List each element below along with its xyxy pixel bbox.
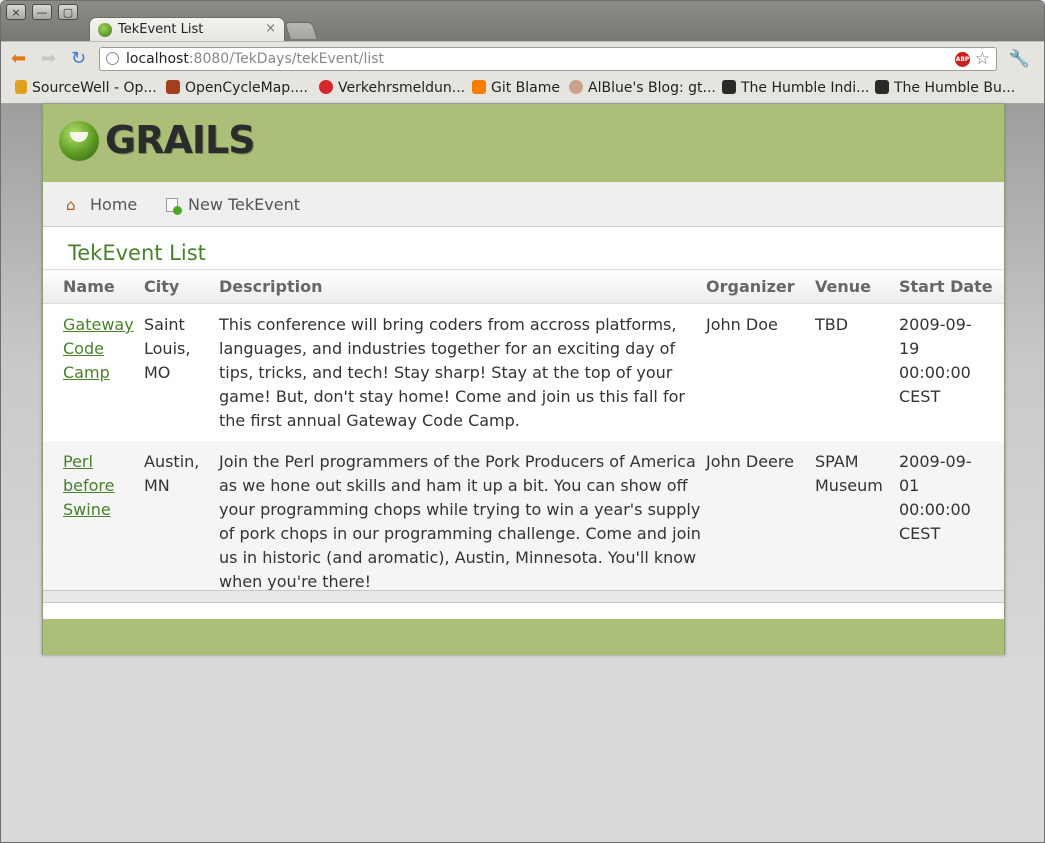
event-start-date-cell: 2009-09-01 00:00:00 CEST [899, 441, 1004, 602]
column-header-venue[interactable]: Venue [815, 269, 899, 304]
new-document-icon [166, 198, 182, 215]
event-name-cell: Gateway Code Camp [43, 303, 144, 441]
bookmark-verkehrsmeldungen[interactable]: Verkehrsmeldun... [319, 80, 465, 100]
sourcewell-icon [15, 80, 27, 94]
new-tab-button[interactable] [284, 22, 318, 39]
browser-window: × — ▢ TekEvent List × ⬅ ➡ ↻ localhost:80… [0, 0, 1045, 843]
nav-home-label: Home [90, 195, 138, 214]
wrench-menu-icon[interactable]: 🔧 [1009, 49, 1030, 69]
nav-new-tekevent-label: New TekEvent [188, 195, 300, 214]
bookmark-git-blame[interactable]: Git Blame [472, 80, 560, 100]
browser-toolbar: ⬅ ➡ ↻ localhost:8080/TekDays/tekEvent/li… [1, 41, 1044, 78]
column-header-organizer[interactable]: Organizer [706, 269, 815, 304]
minimize-window-button[interactable]: — [32, 4, 52, 20]
bookmark-humble-bundle[interactable]: The Humble Bu... [875, 80, 1015, 100]
bookmark-sourcewell[interactable]: SourceWell - Op... [15, 80, 157, 100]
column-header-city[interactable]: City [144, 269, 219, 304]
column-header-description[interactable]: Description [219, 269, 706, 304]
event-city-cell: Saint Louis, MO [144, 303, 219, 441]
nav-bar: ⌂ Home New TekEvent [43, 182, 1004, 227]
bookmark-alblue-blog[interactable]: AlBlue's Blog: gt... [569, 80, 716, 100]
humble-icon [722, 80, 736, 94]
event-name-cell: Perl before Swine [43, 441, 144, 602]
maximize-window-button[interactable]: ▢ [58, 4, 78, 20]
pagination-bar [43, 590, 1004, 603]
tab-strip: × — ▢ TekEvent List × [1, 1, 1044, 43]
event-venue-cell: SPAM Museum [815, 441, 899, 602]
alblue-icon [569, 80, 583, 94]
column-header-name[interactable]: Name [43, 269, 144, 304]
tab-close-icon[interactable]: × [265, 21, 276, 36]
blogger-icon [472, 80, 486, 94]
back-arrow-icon[interactable]: ⬅ [11, 50, 26, 68]
bookmarks-bar: SourceWell - Op... OpenCycleMap.... Verk… [1, 77, 1044, 104]
globe-icon [106, 52, 119, 65]
tab-title: TekEvent List [118, 22, 204, 37]
grails-favicon-icon [98, 23, 112, 37]
tab-tekevent-list[interactable]: TekEvent List × [89, 17, 285, 43]
nav-home-link[interactable]: ⌂ Home [66, 195, 137, 214]
table-row: Perl before Swine Austin, MN Join the Pe… [43, 441, 1004, 602]
close-window-button[interactable]: × [6, 4, 26, 20]
grails-header: GRAILS [43, 104, 1004, 182]
table-row: Gateway Code Camp Saint Louis, MO This c… [43, 303, 1004, 441]
verkehrsmeldungen-icon [319, 80, 333, 94]
home-icon: ⌂ [66, 196, 76, 214]
event-start-date-cell: 2009-09-19 00:00:00 CEST [899, 303, 1004, 441]
nav-new-tekevent-link[interactable]: New TekEvent [166, 195, 300, 215]
reload-icon[interactable]: ↻ [71, 50, 86, 68]
url-text[interactable]: localhost:8080/TekDays/tekEvent/list [126, 51, 384, 67]
bookmark-star-icon[interactable]: ☆ [975, 49, 990, 69]
humble-icon [875, 80, 889, 94]
event-organizer-cell: John Doe [706, 303, 815, 441]
table-header-row: Name City Description Organizer Venue St… [43, 269, 1004, 304]
adblock-icon[interactable]: ABP [955, 52, 970, 67]
event-organizer-cell: John Deere [706, 441, 815, 602]
event-name-link[interactable]: Perl before Swine [63, 450, 123, 522]
event-name-link[interactable]: Gateway Code Camp [63, 313, 134, 385]
event-city-cell: Austin, MN [144, 441, 219, 602]
event-venue-cell: TBD [815, 303, 899, 441]
opencyclemap-icon [166, 80, 180, 94]
forward-arrow-icon[interactable]: ➡ [41, 50, 56, 68]
column-header-start-date[interactable]: Start Date [899, 269, 1004, 304]
grails-page: GRAILS ⌂ Home New TekEvent TekEvent List … [42, 104, 1005, 655]
address-bar[interactable]: localhost:8080/TekDays/tekEvent/list ABP… [99, 47, 997, 71]
tekevent-table: Name City Description Organizer Venue St… [43, 269, 1004, 602]
bookmark-opencyclemap[interactable]: OpenCycleMap.... [166, 80, 308, 100]
grails-logo-text[interactable]: GRAILS [105, 118, 256, 162]
event-description-cell: Join the Perl programmers of the Pork Pr… [219, 441, 706, 602]
page-viewport: GRAILS ⌂ Home New TekEvent TekEvent List … [1, 104, 1044, 842]
event-description-cell: This conference will bring coders from a… [219, 303, 706, 441]
bookmark-humble-indie[interactable]: The Humble Indi... [722, 80, 870, 100]
grails-footer [43, 619, 1004, 655]
page-title: TekEvent List [68, 241, 206, 265]
